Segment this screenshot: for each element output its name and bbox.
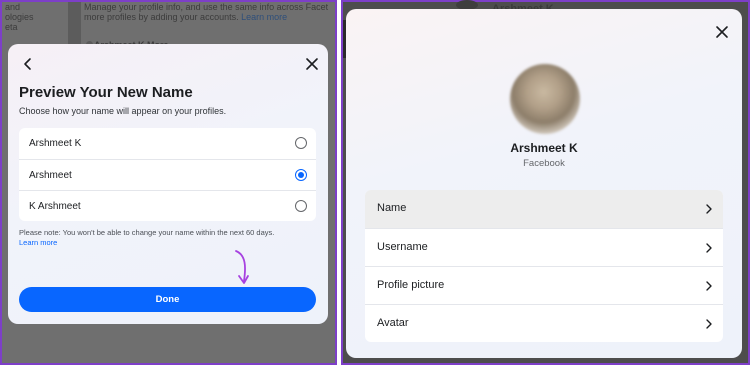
menu-item-username[interactable]: Username bbox=[365, 228, 723, 266]
background-line: ologies bbox=[5, 12, 34, 22]
profile-avatar bbox=[510, 64, 580, 134]
option-label: K Arshmeet bbox=[29, 201, 81, 212]
chevron-right-icon bbox=[706, 243, 712, 253]
close-button[interactable] bbox=[304, 56, 320, 72]
close-icon bbox=[716, 26, 728, 38]
background-line: and bbox=[5, 2, 21, 12]
menu-item-profile-picture[interactable]: Profile picture bbox=[365, 266, 723, 304]
dialog-title: Preview Your New Name bbox=[19, 84, 193, 101]
close-button[interactable] bbox=[714, 24, 730, 40]
background-left-text: and ologies eta bbox=[5, 2, 65, 32]
background-center-text: Manage your profile info, and use the sa… bbox=[84, 2, 335, 22]
background-line: more profiles by adding your accounts. bbox=[84, 12, 239, 22]
name-change-note: Please note: You won't be able to change… bbox=[19, 228, 319, 248]
name-option-arshmeet-k[interactable]: Arshmeet K bbox=[19, 128, 316, 159]
name-option-arshmeet[interactable]: Arshmeet bbox=[19, 159, 316, 190]
menu-item-label: Profile picture bbox=[377, 279, 445, 291]
background-divider bbox=[68, 2, 81, 47]
menu-item-label: Avatar bbox=[377, 317, 409, 329]
dialog-subtitle: Choose how your name will appear on your… bbox=[19, 106, 227, 116]
preview-name-dialog: Preview Your New Name Choose how your na… bbox=[8, 44, 328, 324]
chevron-right-icon bbox=[706, 319, 712, 329]
background-line: eta bbox=[5, 22, 18, 32]
menu-item-avatar[interactable]: Avatar bbox=[365, 304, 723, 342]
name-option-k-arshmeet[interactable]: K Arshmeet bbox=[19, 190, 316, 221]
profile-name: Arshmeet K bbox=[510, 141, 578, 155]
option-label: Arshmeet K bbox=[29, 138, 82, 149]
menu-item-name[interactable]: Name bbox=[365, 190, 723, 228]
chevron-right-icon bbox=[706, 281, 712, 291]
chevron-right-icon bbox=[706, 204, 712, 214]
back-arrow-icon bbox=[24, 58, 31, 70]
background-learn-more-link[interactable]: Learn more bbox=[241, 12, 287, 22]
radio-button-selected[interactable] bbox=[295, 169, 307, 181]
learn-more-link[interactable]: Learn more bbox=[19, 238, 319, 248]
radio-button[interactable] bbox=[295, 137, 307, 149]
background-line: Manage your profile info, and use the sa… bbox=[84, 2, 329, 12]
menu-item-label: Username bbox=[377, 241, 428, 253]
profile-platform: Facebook bbox=[523, 158, 565, 169]
note-text: Please note: You won't be able to change… bbox=[19, 228, 275, 237]
radio-button[interactable] bbox=[295, 200, 307, 212]
option-label: Arshmeet bbox=[29, 170, 72, 181]
profile-dialog: Arshmeet K Facebook Name Username Profil… bbox=[346, 9, 742, 358]
back-button[interactable] bbox=[20, 56, 36, 72]
done-button[interactable]: Done bbox=[19, 287, 316, 312]
profile-settings-list: Name Username Profile picture Avatar bbox=[365, 190, 723, 342]
menu-item-label: Name bbox=[377, 202, 407, 214]
annotation-arrow-icon bbox=[235, 250, 249, 284]
close-icon bbox=[306, 58, 318, 70]
name-options-list: Arshmeet K Arshmeet K Arshmeet bbox=[19, 128, 316, 221]
